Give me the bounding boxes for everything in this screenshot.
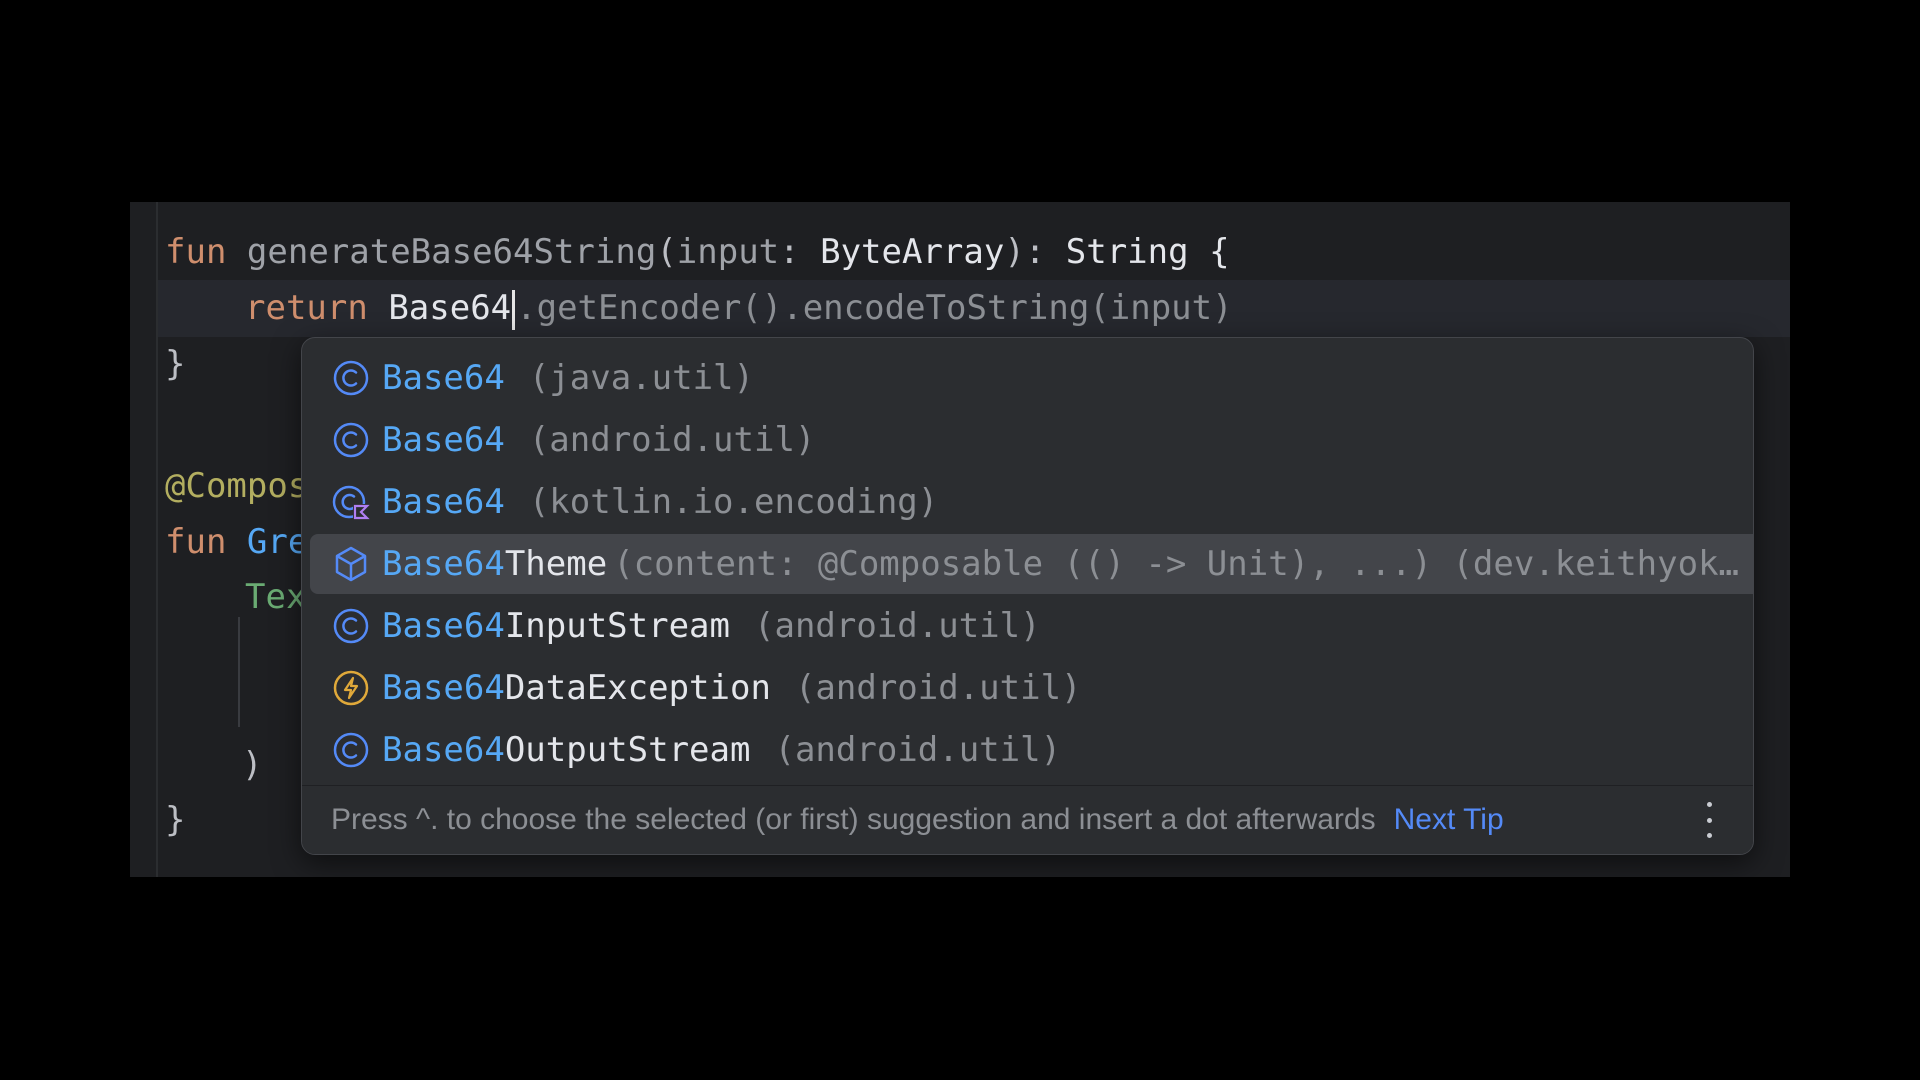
return-type: String (1065, 232, 1189, 272)
param-name: input (676, 232, 780, 272)
typed-text: Base64 (388, 288, 512, 328)
item-match: Base64 (382, 544, 505, 584)
brace: { (1188, 232, 1230, 272)
code-line-close-paren[interactable]: ) (242, 737, 262, 793)
item-package: (android.util) (794, 668, 1082, 708)
completion-item[interactable]: Base64 InputStream (android.util) (310, 596, 1745, 656)
item-package: (android.util) (754, 606, 1041, 646)
completion-item[interactable]: Base64 (android.util) (310, 410, 1745, 470)
code-line-1[interactable]: fun generateBase64String(input: ByteArra… (165, 224, 1230, 280)
item-signature: (content: @Composable (() -> Unit), ...)… (613, 544, 1740, 584)
item-package: (kotlin.io.encoding) (528, 482, 939, 522)
param-type: ByteArray (820, 232, 1005, 272)
item-name-rest: DataException (504, 668, 771, 708)
class-icon (332, 421, 370, 459)
class-icon (332, 607, 370, 645)
completion-item-selected[interactable]: Base64 Theme (content: @Composable (() ->… (310, 534, 1753, 594)
completion-item[interactable]: Base64 OutputStream (android.util) (310, 720, 1745, 780)
completion-footer: Press ^. to choose the selected (or firs… (302, 785, 1753, 854)
exception-icon (332, 669, 370, 707)
item-name-rest: OutputStream (504, 730, 751, 770)
completion-item[interactable]: Base64 (java.util) (310, 348, 1745, 408)
code-line-fun[interactable]: fun Gre (165, 514, 308, 570)
composable-function-icon (332, 545, 370, 583)
item-package: (android.util) (774, 730, 1062, 770)
class-icon (332, 359, 370, 397)
item-package: (android.util) (528, 420, 816, 460)
item-package: (java.util) (528, 358, 754, 398)
item-name-rest: Theme (504, 544, 608, 584)
item-match: Base64 (382, 730, 505, 770)
completion-item[interactable]: Base64 DataException (android.util) (310, 658, 1745, 718)
completion-popup[interactable]: Base64 (java.util) Base64 (android.util)… (301, 337, 1754, 855)
function-name: generateBase64String (246, 232, 657, 272)
function-name: Gre (246, 522, 309, 562)
text-caret (512, 289, 516, 330)
kotlin-class-icon (332, 483, 370, 521)
code-line-text-call[interactable]: Tex (245, 569, 306, 625)
item-name-rest: InputStream (504, 606, 730, 646)
completion-preview: .getEncoder().encodeToString(input) (516, 288, 1233, 328)
code-line-2[interactable]: return Base64 .getEncoder().encodeToStrin… (245, 280, 1233, 336)
code-line-annotation[interactable]: @Compos (165, 458, 308, 514)
code-line-close-brace[interactable]: } (165, 792, 185, 848)
item-match: Base64 (382, 606, 505, 646)
keyword: return (245, 288, 368, 328)
completion-item[interactable]: Base64 (kotlin.io.encoding) (310, 472, 1745, 532)
item-match: Base64 (382, 358, 505, 398)
colon: : (779, 232, 821, 272)
keyword: fun (165, 232, 227, 272)
code-line-3[interactable]: } (165, 336, 185, 392)
keyword: fun (165, 522, 227, 562)
item-match: Base64 (382, 482, 505, 522)
indent-guide (238, 617, 240, 727)
item-match: Base64 (382, 420, 505, 460)
item-match: Base64 (382, 668, 505, 708)
class-icon (332, 731, 370, 769)
paren: ( (656, 232, 677, 272)
next-tip-link[interactable]: Next Tip (1394, 803, 1504, 837)
more-options-icon[interactable] (1703, 802, 1715, 838)
tip-text: Press ^. to choose the selected (or firs… (331, 803, 1376, 836)
paren: ): (1004, 232, 1066, 272)
